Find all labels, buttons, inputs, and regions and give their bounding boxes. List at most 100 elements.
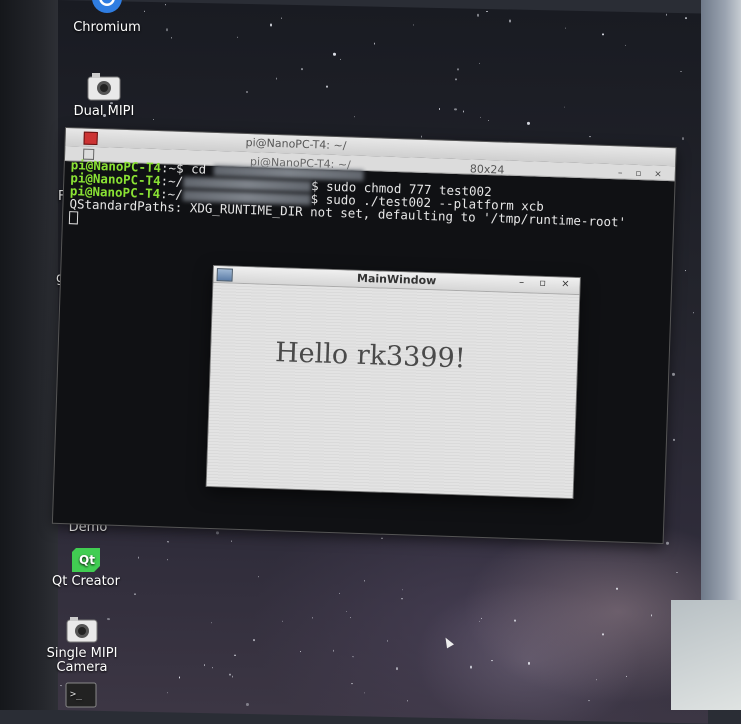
star [216, 531, 219, 535]
star [681, 137, 685, 141]
star [462, 110, 465, 113]
star [666, 542, 669, 545]
desktop-icon-label: Single MIPI Camera [46, 646, 118, 675]
star [338, 592, 341, 595]
chromium-icon [90, 0, 124, 18]
star [299, 650, 302, 653]
star [680, 71, 682, 73]
star [178, 676, 180, 679]
star [210, 622, 213, 624]
desktop-icon-label: Chromium [73, 20, 141, 35]
star [601, 33, 605, 36]
star [420, 135, 422, 138]
star [672, 372, 675, 376]
desktop-icon-terminal[interactable]: >_ [64, 682, 98, 711]
star [479, 116, 481, 119]
terminal-cursor [68, 211, 79, 225]
star [345, 610, 348, 613]
star [164, 4, 167, 6]
star [351, 683, 353, 685]
star [478, 62, 481, 64]
star [684, 16, 688, 20]
star [166, 559, 169, 561]
star [488, 119, 490, 121]
star [527, 121, 530, 125]
star [253, 639, 255, 641]
star [486, 11, 488, 13]
desktop-icon-label: Qt Creator [52, 574, 120, 589]
star [386, 640, 388, 642]
star [469, 666, 473, 669]
star [491, 659, 493, 661]
star [480, 617, 482, 619]
star [564, 27, 566, 30]
camera-icon [65, 616, 99, 644]
star [508, 19, 512, 23]
star [589, 135, 591, 138]
main-window[interactable]: MainWindow – ▫ × Hello rk3399! [206, 266, 580, 499]
star [665, 14, 668, 16]
desktop-icon-label: Dual MIPI [73, 104, 135, 119]
terminal-icon: >_ [65, 682, 97, 708]
star [602, 633, 604, 635]
star [692, 312, 694, 314]
star [401, 588, 404, 591]
star [406, 700, 409, 702]
svg-text:>_: >_ [70, 689, 83, 700]
star [439, 108, 441, 110]
star [257, 576, 260, 578]
star [339, 58, 342, 61]
desktop-icon-dual-mipi[interactable]: Dual MIPI [64, 72, 144, 119]
star [170, 37, 173, 39]
star [457, 68, 459, 71]
star [282, 620, 284, 623]
star [203, 664, 205, 666]
qt-icon: Qt [70, 548, 102, 572]
star [332, 650, 335, 652]
desktop-icon-chromium[interactable]: Chromium [68, 0, 146, 35]
star [352, 655, 354, 658]
star [454, 77, 458, 81]
star [363, 691, 366, 694]
terminal-title: pi@NanoPC-T4: ~/ [245, 135, 347, 153]
star [363, 580, 366, 582]
star [134, 593, 136, 595]
star [673, 439, 675, 441]
star [311, 617, 314, 619]
star [381, 537, 383, 540]
desktop-icon-single-mipi[interactable]: Single MIPI Camera [44, 616, 120, 675]
star [60, 684, 62, 687]
star [454, 108, 457, 111]
terminal-app-icon [83, 131, 98, 146]
star [333, 52, 336, 56]
star [412, 24, 415, 26]
star [354, 115, 356, 118]
main-window-buttons[interactable]: – ▫ × [519, 277, 576, 290]
star [563, 106, 566, 108]
star [232, 676, 234, 678]
star [138, 556, 140, 559]
camera-icon [86, 72, 122, 102]
star [395, 667, 399, 670]
star [167, 692, 169, 694]
star [401, 597, 403, 600]
star [211, 667, 214, 669]
star [527, 662, 531, 665]
star [245, 90, 248, 94]
star [684, 270, 686, 272]
star [595, 678, 598, 681]
star [234, 654, 236, 657]
star [236, 36, 239, 38]
star [165, 28, 169, 31]
star [676, 572, 678, 574]
star [228, 673, 232, 676]
main-window-body: Hello rk3399! [206, 282, 580, 499]
star [651, 614, 653, 617]
star [246, 702, 249, 706]
star [301, 68, 303, 70]
star [326, 86, 328, 88]
desktop-icon-qt-creator[interactable]: Qt Qt Creator [50, 548, 122, 589]
star [167, 541, 169, 543]
background-surface [671, 600, 741, 710]
star [588, 700, 590, 702]
